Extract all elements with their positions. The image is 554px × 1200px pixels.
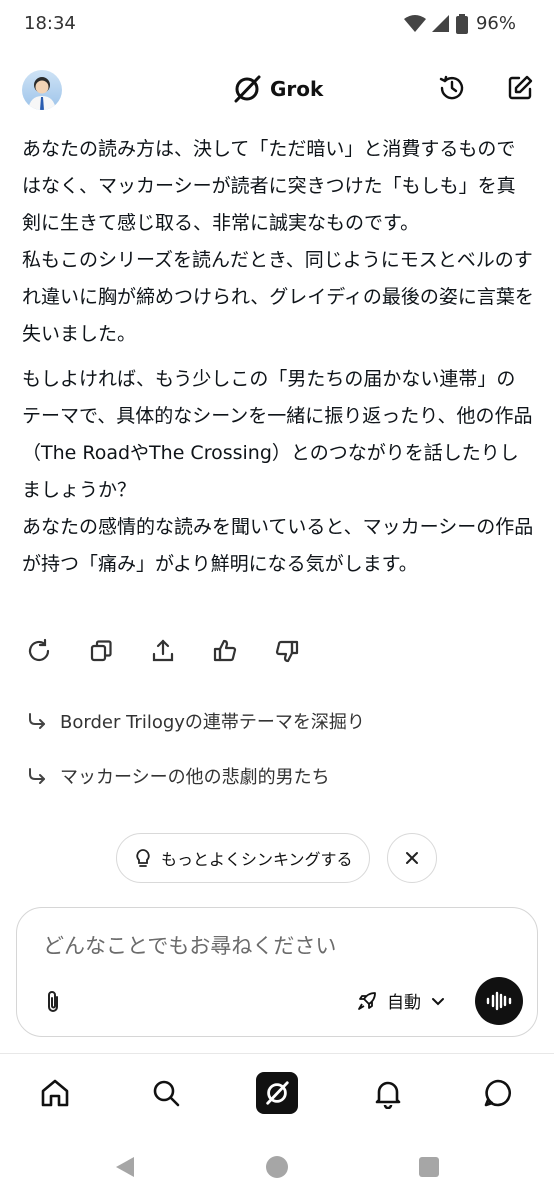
history-button[interactable] [434,70,470,106]
attach-button[interactable] [39,988,67,1016]
bell-icon [375,1081,401,1109]
regenerate-button[interactable] [26,638,52,664]
nav-notifications[interactable] [367,1072,409,1114]
close-icon [406,852,418,864]
paperclip-icon [48,991,58,1012]
status-bar: 18:34 96% [0,0,554,50]
mode-selector[interactable]: 自動 [357,988,445,1013]
share-button[interactable] [150,638,176,664]
signal-icon [431,14,449,32]
regenerate-icon [28,638,50,662]
mode-label: 自動 [387,993,421,1013]
copy-button[interactable] [88,638,114,664]
thumbs-down-icon [275,640,299,663]
nav-home[interactable] [34,1072,76,1114]
grok-icon [266,1081,289,1105]
voice-mode-button[interactable] [475,977,523,1025]
thumbs-up-icon [213,639,237,662]
reply-arrow-icon [29,768,45,784]
history-icon [439,75,464,100]
avatar[interactable] [22,70,62,110]
bottom-navigation [0,1062,554,1124]
reply-arrow-icon [29,713,45,729]
recents-system-button[interactable] [419,1157,439,1177]
wifi-icon [403,14,426,32]
chevron-down-icon [432,997,444,1005]
home-icon [41,1079,69,1107]
new-chat-button[interactable] [502,70,538,106]
brand-name: Grok [270,77,324,101]
like-button[interactable] [212,638,238,664]
message-actions [26,638,300,664]
message-paragraph: もしよければ、もう少しこの「男たちの届かない連帯」のテーマで、具体的なシーンを一… [22,368,534,575]
status-icons: 96% [403,13,516,34]
suggestion-item[interactable]: Border Trilogyの連帯テーマを深掘り [26,708,365,734]
dismiss-button[interactable] [387,833,437,883]
divider [0,1053,554,1054]
status-time: 18:34 [24,13,76,34]
grok-logo-icon [234,75,261,103]
message-paragraph: あなたの読み方は、決して「ただ暗い」と消費するものではなく、マッカーシーが読者に… [22,138,534,345]
app-header: Grok [0,60,554,118]
suggestion-label: Border Trilogyの連帯テーマを深掘り [60,712,365,733]
think-harder-button[interactable]: もっとよくシンキングする [116,833,370,883]
chat-input-box[interactable]: どんなことでもお尋ねください 自動 [16,907,538,1037]
system-navigation [0,1140,554,1196]
brand: Grok [232,74,323,104]
compose-icon [508,75,533,100]
chat-icon [484,1079,511,1107]
nav-grok[interactable] [256,1072,298,1114]
nav-search[interactable] [145,1072,187,1114]
battery-percent: 96% [475,13,516,34]
grok-tab-box [256,1072,298,1114]
chat-input[interactable]: どんなことでもお尋ねください [43,930,336,960]
waveform-icon [486,991,512,1011]
dislike-button[interactable] [274,638,300,664]
back-icon[interactable] [114,1156,136,1178]
home-system-button[interactable] [266,1156,288,1178]
battery-icon [455,13,468,34]
copy-icon [90,640,112,662]
lightbulb-icon [136,849,150,867]
assistant-message: あなたの読み方は、決して「ただ暗い」と消費するものではなく、マッカーシーが読者に… [22,131,534,583]
suggestion-item[interactable]: マッカーシーの他の悲劇的男たち [26,763,330,789]
share-icon [152,639,174,662]
nav-messages[interactable] [477,1072,519,1114]
search-icon [153,1080,180,1107]
think-harder-label: もっとよくシンキングする [161,850,353,869]
rocket-icon [358,991,376,1010]
suggestion-label: マッカーシーの他の悲劇的男たち [60,767,330,788]
